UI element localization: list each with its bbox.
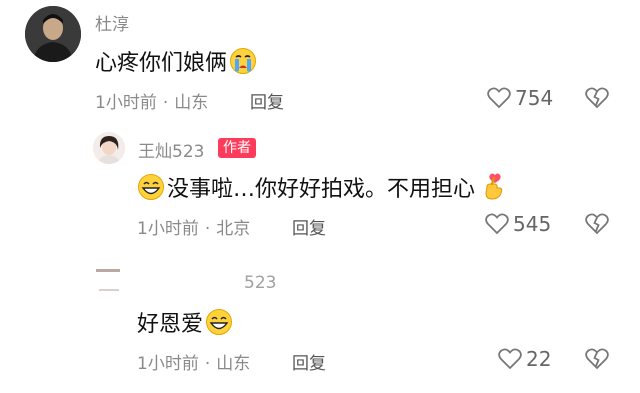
comment-section: 杜淳 心疼你们娘俩 1小时前 · 山东 回复 754 王灿523 作者 没事啦…… bbox=[0, 0, 640, 393]
comment-item: 523 好恩爱 1小时前 · 山东 回复 22 bbox=[0, 0, 640, 393]
avatar-photo-icon bbox=[93, 265, 125, 297]
dislike-button[interactable] bbox=[585, 348, 609, 374]
meta-separator: · bbox=[204, 354, 211, 374]
grinning-face-icon bbox=[206, 309, 233, 335]
broken-heart-icon bbox=[585, 348, 609, 370]
like-button[interactable]: 22 bbox=[498, 347, 551, 371]
reply-button[interactable]: 回复 bbox=[292, 349, 326, 374]
avatar[interactable] bbox=[93, 265, 125, 297]
heart-icon bbox=[498, 348, 522, 370]
comment-meta: 1小时前 · 山东 bbox=[137, 349, 250, 374]
comment-location: 山东 bbox=[216, 354, 251, 374]
comment-time: 1小时前 bbox=[137, 354, 199, 374]
comment-username[interactable]: 523 bbox=[244, 273, 276, 293]
comment-body: 好恩爱 bbox=[137, 312, 204, 337]
like-count: 22 bbox=[526, 347, 552, 371]
comment-text: 好恩爱 bbox=[137, 306, 233, 338]
